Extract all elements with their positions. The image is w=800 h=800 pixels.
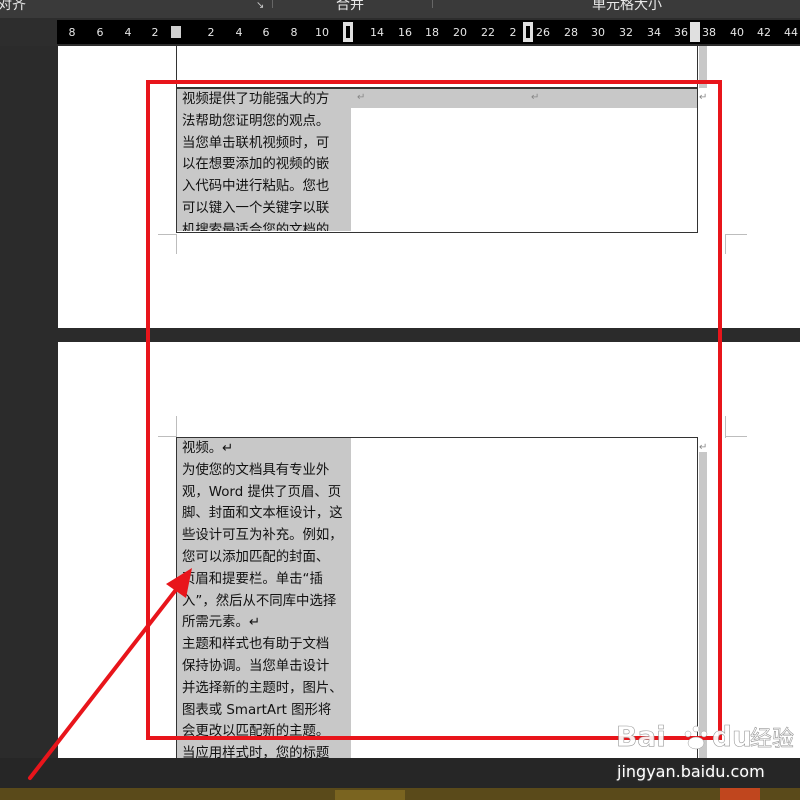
svg-text:du: du — [712, 720, 752, 753]
svg-text:Bai: Bai — [616, 720, 666, 753]
svg-text:经验: 经验 — [750, 727, 794, 752]
watermark: Bai du 经验 jingyan.baidu.com — [612, 712, 800, 788]
annotation-arrow-icon — [28, 568, 192, 780]
watermark-site-url: jingyan.baidu.com — [617, 762, 765, 781]
baidu-logo-icon: Bai du 经验 — [616, 720, 795, 754]
